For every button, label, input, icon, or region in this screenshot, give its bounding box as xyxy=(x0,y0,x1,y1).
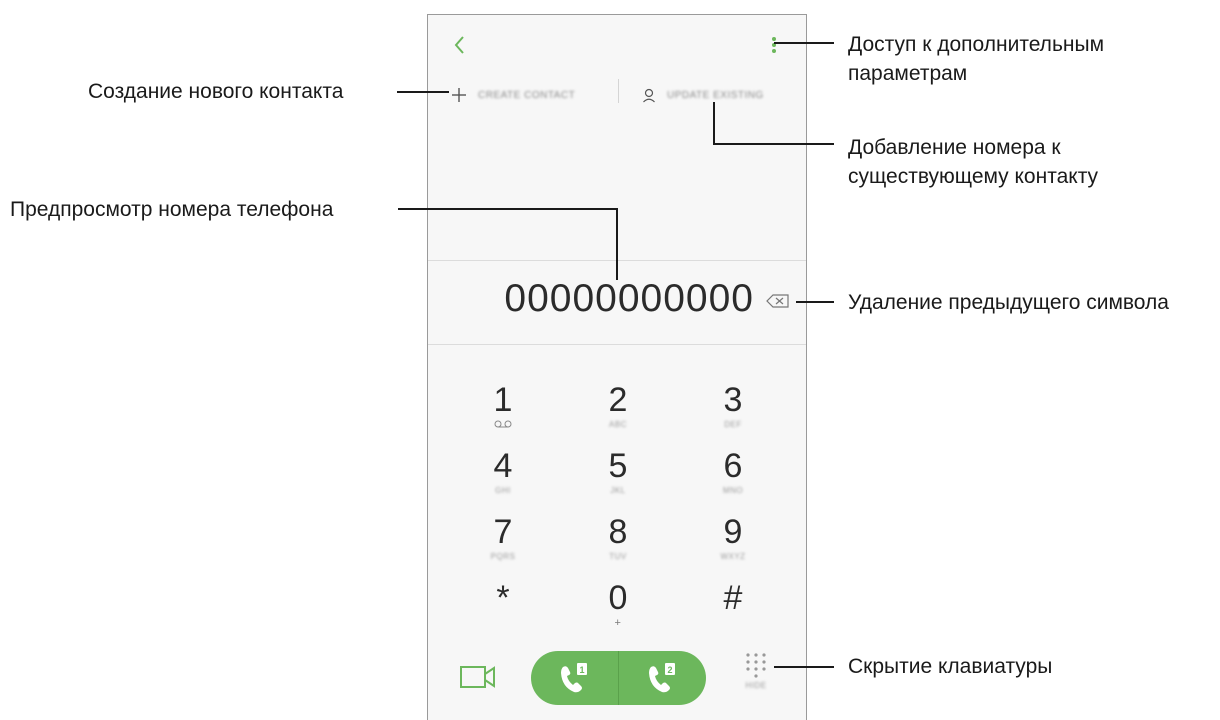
plus-icon xyxy=(452,88,466,102)
callout-more-options: Доступ к дополнительным параметрам xyxy=(848,30,1104,88)
leader-line-number-preview-v xyxy=(616,208,618,280)
voicemail-icon xyxy=(494,420,512,428)
callout-number-preview: Предпросмотр номера телефона xyxy=(10,198,334,221)
phone-dialer-screen: CREATE CONTACT UPDATE EXISTING 000000000… xyxy=(427,14,807,720)
update-existing-button[interactable]: UPDATE EXISTING xyxy=(641,79,764,111)
create-contact-label: CREATE CONTACT xyxy=(478,89,576,101)
update-existing-label: UPDATE EXISTING xyxy=(667,89,764,101)
leader-line-hide-keypad xyxy=(774,666,834,668)
callout-text-line: Добавление номера к xyxy=(848,136,1061,159)
key-digit: 4 xyxy=(493,447,513,485)
key-5[interactable]: 5 JKL xyxy=(563,442,673,508)
callout-text-line: существующему контакту xyxy=(848,165,1099,188)
key-0[interactable]: 0 + xyxy=(563,574,673,640)
key-9[interactable]: 9 WXYZ xyxy=(678,508,788,574)
key-1[interactable]: 1 xyxy=(448,376,558,442)
back-button[interactable] xyxy=(448,31,472,59)
key-letters: ABC xyxy=(609,420,627,429)
key-letters: MNO xyxy=(722,486,744,495)
video-camera-icon xyxy=(460,666,495,688)
video-call-button[interactable] xyxy=(460,664,496,690)
call-sim2-button[interactable]: 2 xyxy=(619,651,706,705)
key-digit: 1 xyxy=(493,381,513,419)
key-hash[interactable]: # xyxy=(678,574,788,640)
key-digit: 9 xyxy=(723,513,743,551)
key-8[interactable]: 8 TUV xyxy=(563,508,673,574)
key-star[interactable]: * xyxy=(448,574,558,640)
key-digit: 2 xyxy=(608,381,628,419)
callout-hide-keypad: Скрытие клавиатуры xyxy=(848,655,1053,678)
key-letters: PQRS xyxy=(490,552,516,561)
key-letters: JKL xyxy=(610,486,626,495)
top-bar xyxy=(428,15,806,75)
key-4[interactable]: 4 GHI xyxy=(448,442,558,508)
key-7[interactable]: 7 PQRS xyxy=(448,508,558,574)
callout-add-to-existing: Добавление номера к существующему контак… xyxy=(848,133,1098,191)
person-icon xyxy=(643,88,655,103)
key-3[interactable]: 3 DEF xyxy=(678,376,788,442)
key-letters: TUV xyxy=(609,552,627,561)
sim1-badge: 1 xyxy=(579,665,584,675)
actions-divider xyxy=(618,79,619,103)
key-digit: 0 xyxy=(608,579,628,617)
callout-text-line: параметрам xyxy=(848,62,968,85)
key-digit: 7 xyxy=(493,513,513,551)
callout-text-line: Доступ к дополнительным xyxy=(848,33,1105,56)
key-letters: GHI xyxy=(495,486,511,495)
dialpad-icon xyxy=(746,653,766,678)
key-digit: 3 xyxy=(723,381,743,419)
key-letters: + xyxy=(614,617,622,629)
callout-delete-previous: Удаление предыдущего символа xyxy=(848,291,1169,314)
leader-line-more-options xyxy=(774,42,834,44)
more-vert-icon xyxy=(772,37,776,53)
dial-keypad: 1 2 ABC 3 DEF 4 GHI 5 JKL 6 MNO 7 PQRS 8… xyxy=(428,343,806,629)
callout-create-contact: Создание нового контакта xyxy=(88,80,344,103)
leader-line-delete xyxy=(796,301,834,303)
key-digit: * xyxy=(496,579,510,617)
chevron-left-icon xyxy=(454,36,464,54)
phone-sim1-icon: 1 xyxy=(561,663,587,693)
leader-line-add-existing-v xyxy=(713,102,715,144)
leader-line-create-contact xyxy=(397,91,449,93)
leader-line-add-existing-h xyxy=(713,143,834,145)
more-options-button[interactable] xyxy=(762,31,786,59)
contact-actions-bar: CREATE CONTACT UPDATE EXISTING xyxy=(428,75,806,115)
phone-sim2-icon: 2 xyxy=(649,663,675,693)
hide-keypad-label: HIDE xyxy=(745,681,767,690)
backspace-icon xyxy=(766,294,789,308)
call-sim1-button[interactable]: 1 xyxy=(531,651,618,705)
key-letters: WXYZ xyxy=(720,552,746,561)
backspace-button[interactable] xyxy=(764,289,792,313)
phone-number-display[interactable]: 00000000000 xyxy=(486,277,754,321)
key-digit: 6 xyxy=(723,447,743,485)
key-letters: DEF xyxy=(724,420,742,429)
call-buttons: 1 2 xyxy=(531,651,706,705)
key-2[interactable]: 2 ABC xyxy=(563,376,673,442)
leader-line-number-preview-h xyxy=(398,208,617,210)
key-6[interactable]: 6 MNO xyxy=(678,442,788,508)
sim2-badge: 2 xyxy=(667,665,672,675)
hide-keypad-button[interactable]: HIDE xyxy=(738,651,774,695)
key-digit: 8 xyxy=(608,513,628,551)
key-digit: 5 xyxy=(608,447,628,485)
key-digit: # xyxy=(723,579,743,617)
create-contact-button[interactable]: CREATE CONTACT xyxy=(450,79,575,111)
